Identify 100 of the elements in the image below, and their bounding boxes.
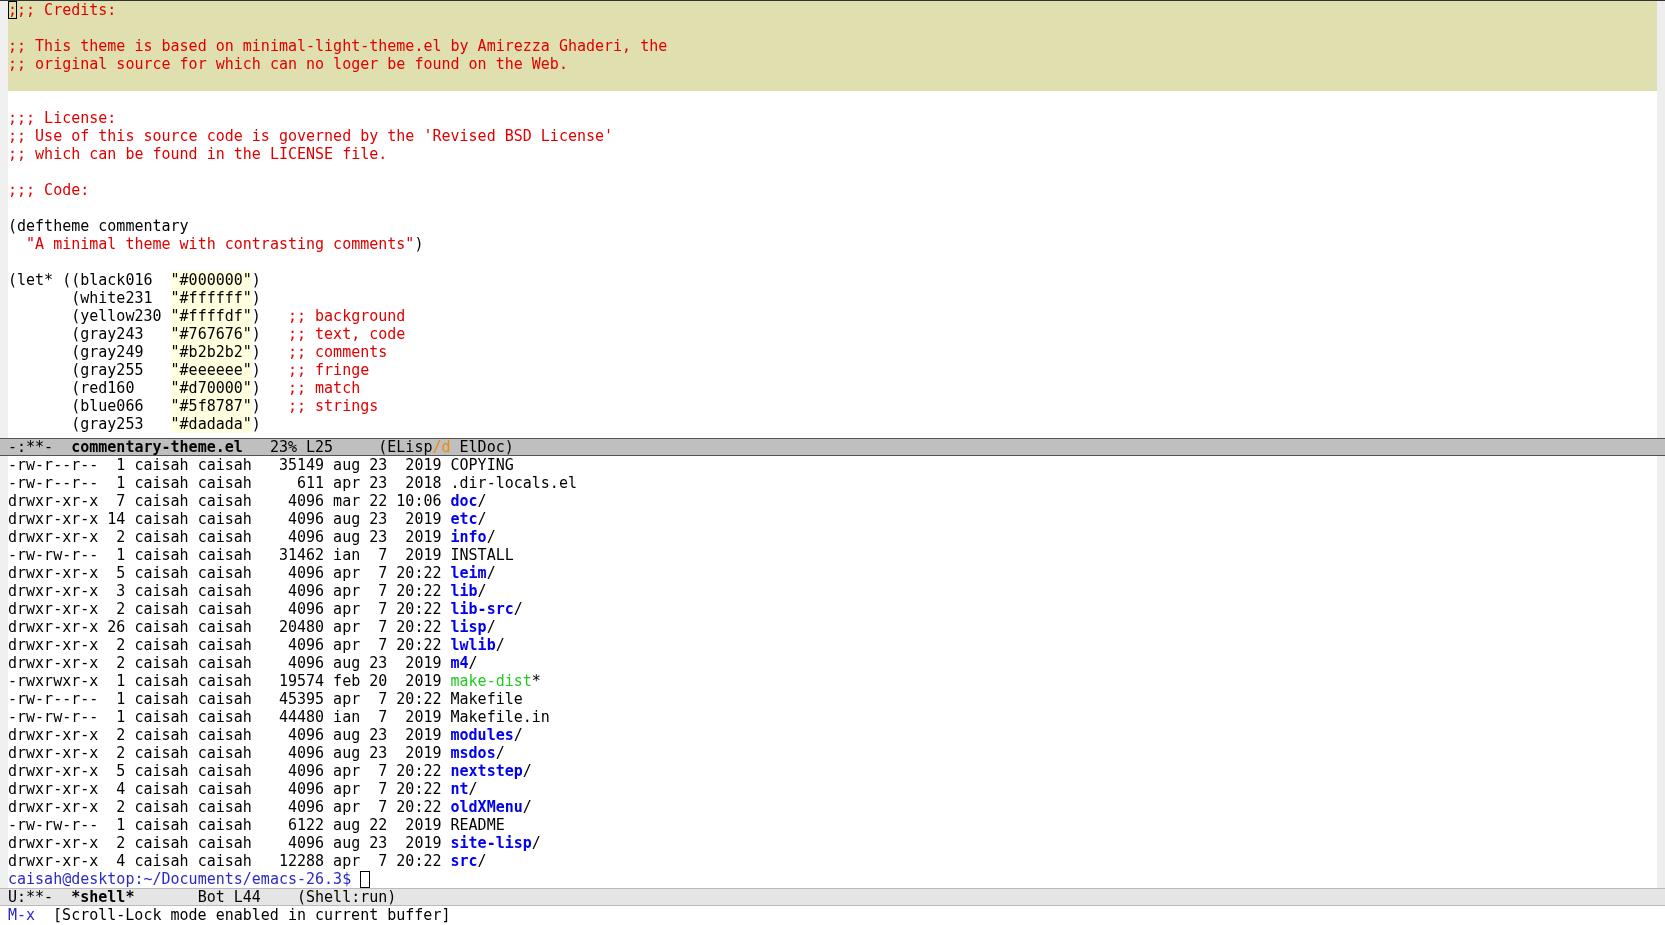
code-comment: ;; fringe bbox=[287, 361, 370, 379]
file-info: drwxr-xr-x 14 caisah caisah 4096 aug 23 2019 bbox=[8, 510, 443, 528]
code-text: ) bbox=[251, 343, 262, 361]
file-name: nt bbox=[450, 780, 469, 798]
code-comment: ;; strings bbox=[287, 397, 379, 415]
code-text: (let* ((black016 bbox=[8, 271, 154, 289]
file-info: drwxr-xr-x 2 caisah caisah 4096 apr 7 20:22 bbox=[8, 600, 443, 618]
file-name: lwlib bbox=[450, 636, 496, 654]
code-comment: ;; This theme is based on minimal-light-theme.el by Amirezza Ghaderi, the bbox=[8, 37, 668, 55]
buffer-name: commentary-theme.el bbox=[71, 438, 243, 456]
file-name: modules bbox=[450, 726, 514, 744]
mode-line-text: 23% L25 (ELisp bbox=[268, 438, 433, 456]
code-text: (gray249 bbox=[70, 343, 145, 361]
code-text: ) bbox=[251, 415, 261, 433]
file-info: drwxr-xr-x 2 caisah caisah 4096 aug 23 2019 bbox=[8, 726, 443, 744]
code-comment: ;;; Code: bbox=[8, 181, 90, 199]
file-type-suffix: / bbox=[531, 834, 541, 852]
file-info: drwxr-xr-x 5 caisah caisah 4096 apr 7 20:22 bbox=[8, 762, 443, 780]
code-comment: ;;; License: bbox=[8, 109, 117, 127]
file-name: README bbox=[450, 816, 505, 834]
file-type-suffix: / bbox=[468, 780, 478, 798]
mode-line-text: -:**- bbox=[8, 438, 55, 456]
file-name: .dir-locals.el bbox=[450, 474, 577, 492]
code-comment: ;; Use of this source code is governed by the 'Revised BSD License' bbox=[8, 127, 614, 145]
code-text: (gray243 bbox=[70, 325, 145, 343]
file-name: lib-src bbox=[450, 600, 514, 618]
code-comment: ;; comments bbox=[287, 343, 388, 361]
file-info: -rwxrwxr-x 1 caisah caisah 19574 feb 20 2019 bbox=[8, 672, 443, 690]
file-type-suffix: / bbox=[486, 528, 496, 546]
code-text: ) bbox=[251, 397, 262, 415]
file-name: src bbox=[450, 852, 478, 870]
mode-line-text: U:**- bbox=[8, 888, 55, 906]
file-info: -rw-r--r-- 1 caisah caisah 611 apr 23 2018 bbox=[8, 474, 443, 492]
file-info: drwxr-xr-x 3 caisah caisah 4096 apr 7 20:22 bbox=[8, 582, 443, 600]
file-name: leim bbox=[450, 564, 487, 582]
file-type-suffix: / bbox=[477, 492, 487, 510]
file-type-suffix: / bbox=[522, 762, 532, 780]
file-name: Makefile.in bbox=[450, 708, 550, 726]
file-type-suffix: / bbox=[522, 798, 532, 816]
code-comment: ;; background bbox=[287, 307, 406, 325]
code-text: (white231 bbox=[70, 289, 154, 307]
text-cursor: ; bbox=[8, 1, 18, 19]
string-literal: "#ffffff" bbox=[170, 289, 252, 307]
file-info: -rw-rw-r-- 1 caisah caisah 6122 aug 22 2019 bbox=[8, 816, 443, 834]
code-text: ) bbox=[251, 325, 262, 343]
mode-line-text: ElDoc) bbox=[458, 438, 514, 456]
file-info: drwxr-xr-x 2 caisah caisah 4096 aug 23 2019 bbox=[8, 654, 443, 672]
file-name: nextstep bbox=[450, 762, 523, 780]
buffer-name: *shell* bbox=[71, 888, 135, 906]
file-info: drwxr-xr-x 4 caisah caisah 12288 apr 7 20:22 bbox=[8, 852, 443, 870]
string-literal: "A minimal theme with contrasting comments" bbox=[25, 235, 415, 253]
file-type-suffix: / bbox=[477, 852, 487, 870]
file-type-suffix: / bbox=[513, 600, 523, 618]
code-text: (deftheme commentary bbox=[8, 217, 189, 235]
file-name: make-dist bbox=[450, 672, 532, 690]
file-info: -rw-r--r-- 1 caisah caisah 35149 aug 23 2019 bbox=[8, 456, 443, 474]
file-type-suffix: / bbox=[495, 744, 505, 762]
file-name: INSTALL bbox=[450, 546, 514, 564]
file-info: drwxr-xr-x 2 caisah caisah 4096 aug 23 2019 bbox=[8, 528, 443, 546]
file-type-suffix: / bbox=[495, 636, 505, 654]
file-name: Makefile bbox=[450, 690, 523, 708]
file-type-suffix: * bbox=[531, 672, 541, 690]
code-text: ) bbox=[251, 307, 262, 325]
file-name: oldXMenu bbox=[450, 798, 523, 816]
file-type-suffix: / bbox=[468, 654, 478, 672]
file-info: -rw-rw-r-- 1 caisah caisah 31462 ian 7 2019 bbox=[8, 546, 443, 564]
string-literal: "#5f8787" bbox=[170, 397, 252, 415]
file-type-suffix: / bbox=[486, 618, 496, 636]
file-info: drwxr-xr-x 2 caisah caisah 4096 apr 7 20:22 bbox=[8, 798, 443, 816]
echo-message: [Scroll-Lock mode enabled in current buffer] bbox=[53, 906, 451, 925]
code-text: (gray255 bbox=[70, 361, 145, 379]
code-text: (gray253 bbox=[70, 415, 145, 433]
code-text: ) bbox=[251, 271, 261, 289]
file-name: lib bbox=[450, 582, 478, 600]
file-info: drwxr-xr-x 7 caisah caisah 4096 mar 22 10:06 bbox=[8, 492, 443, 510]
file-type-suffix: / bbox=[513, 726, 523, 744]
file-name: doc bbox=[450, 492, 478, 510]
file-info: -rw-r--r-- 1 caisah caisah 45395 apr 7 20:22 bbox=[8, 690, 443, 708]
echo-command: M-x bbox=[8, 906, 36, 925]
file-info: drwxr-xr-x 2 caisah caisah 4096 aug 23 2019 bbox=[8, 834, 443, 852]
string-literal: "#ffffdf" bbox=[170, 307, 252, 325]
string-literal: "#b2b2b2" bbox=[170, 343, 252, 361]
file-info: drwxr-xr-x 2 caisah caisah 4096 aug 23 2019 bbox=[8, 744, 443, 762]
mode-line-text: Bot L44 (Shell:run) bbox=[196, 888, 397, 906]
file-type-suffix: / bbox=[486, 564, 496, 582]
file-name: site-lisp bbox=[450, 834, 532, 852]
string-literal: "#dadada" bbox=[170, 415, 252, 433]
string-literal: "#d70000" bbox=[170, 379, 252, 397]
string-literal: "#767676" bbox=[170, 325, 252, 343]
code-text: ) bbox=[251, 379, 262, 397]
code-text: (yellow230 bbox=[70, 307, 163, 325]
string-literal: "#000000" bbox=[170, 271, 252, 289]
file-name: info bbox=[450, 528, 487, 546]
file-info: drwxr-xr-x 4 caisah caisah 4096 apr 7 20:22 bbox=[8, 780, 443, 798]
code-text: ) bbox=[414, 235, 424, 253]
code-comment: ;; Credits: bbox=[17, 1, 117, 19]
file-info: -rw-rw-r-- 1 caisah caisah 44480 ian 7 2019 bbox=[8, 708, 443, 726]
file-info: drwxr-xr-x 2 caisah caisah 4096 apr 7 20:22 bbox=[8, 636, 443, 654]
code-text: ) bbox=[251, 361, 262, 379]
mode-line-text: /d bbox=[432, 438, 451, 456]
